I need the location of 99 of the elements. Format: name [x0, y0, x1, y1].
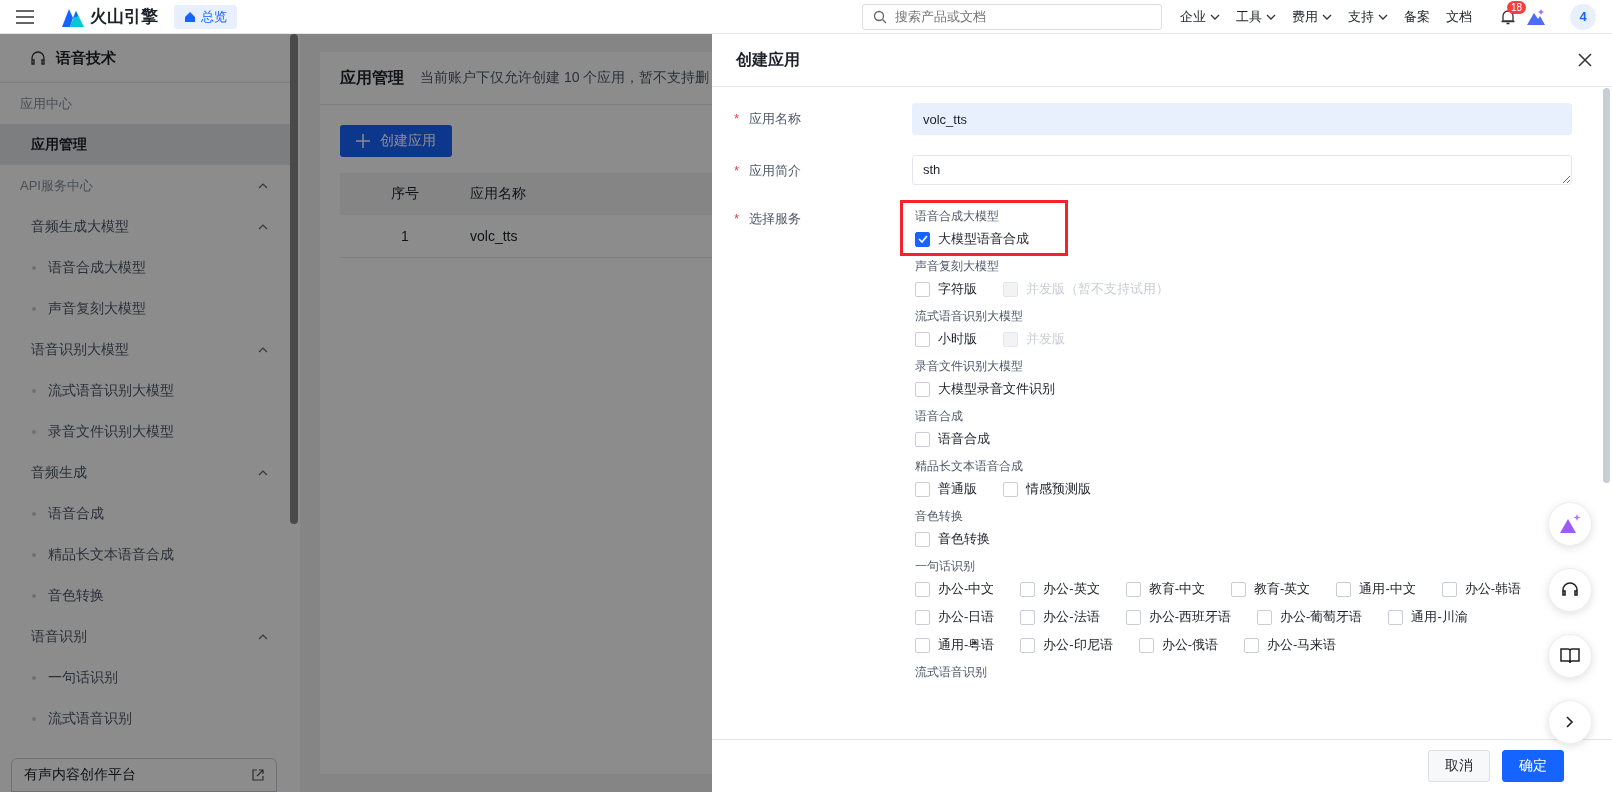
service-checkbox[interactable]: 情感预测版: [1003, 477, 1091, 501]
external-link-icon: [252, 769, 264, 781]
user-avatar[interactable]: 4: [1570, 3, 1596, 30]
nav-menu-item[interactable]: 工具: [1236, 7, 1276, 26]
page-title: 应用管理: [340, 67, 404, 88]
notice-text: 当前账户下仅允许创建 10 个应用，暂不支持删: [420, 69, 710, 87]
chevron-icon[interactable]: [258, 223, 268, 230]
sidebar-item[interactable]: 声音复刻大模型: [0, 288, 290, 329]
caret-icon: [1210, 13, 1220, 20]
check-icon: [917, 235, 928, 243]
group-title: 语音合成大模型: [915, 208, 1000, 225]
group-title: 一句话识别: [915, 558, 976, 575]
nav-menu-item[interactable]: 费用: [1292, 7, 1332, 26]
service-checkbox[interactable]: 教育-英文: [1231, 577, 1311, 601]
sidebar-group-title[interactable]: 语音识别: [31, 627, 87, 646]
sidebar-item[interactable]: 录音文件识别大模型: [0, 411, 290, 452]
scrollbar-thumb[interactable]: [290, 34, 298, 524]
nav-menu-item[interactable]: 企业: [1180, 7, 1220, 26]
group-title: 流式语音识别大模型: [915, 308, 1024, 325]
group-title: 录音文件识别大模型: [915, 358, 1024, 375]
service-checkbox[interactable]: 教育-中文: [1125, 577, 1206, 601]
service-checkbox[interactable]: 通用-川渝: [1388, 605, 1468, 629]
service-checkbox[interactable]: 大模型录音文件识别: [915, 377, 1055, 401]
field-label: 选择服务: [749, 210, 802, 228]
notification-badge: 18: [1507, 0, 1527, 14]
service-checkbox[interactable]: 办公-法语: [1020, 605, 1100, 629]
service-checkbox[interactable]: 通用-粤语: [915, 633, 995, 657]
column-header: 应用名称: [470, 185, 526, 203]
group-title: 精品长文本语音合成: [915, 458, 1024, 475]
service-checkbox[interactable]: 普通版: [915, 477, 977, 501]
sidebar-item[interactable]: 精品长文本语音合成: [0, 534, 290, 575]
table-cell-text: 1: [400, 228, 410, 244]
sidebar-item[interactable]: 应用管理: [0, 124, 290, 165]
plus-icon: [356, 134, 370, 148]
close-icon[interactable]: [1578, 53, 1592, 67]
chevron-right-icon: [1566, 716, 1574, 728]
headset-icon: [30, 50, 46, 66]
service-checkbox[interactable]: 办公-印尼语: [1020, 633, 1113, 657]
required-marker: *: [734, 210, 740, 228]
service-checkbox[interactable]: 办公-英文: [1020, 577, 1100, 601]
platform-link[interactable]: 有声内容创作平台: [11, 758, 277, 792]
service-checkbox[interactable]: 办公-中文: [915, 577, 995, 601]
service-checkbox[interactable]: 办公-韩语: [1441, 577, 1522, 601]
chevron-icon[interactable]: [258, 182, 268, 189]
column-header: 序号: [390, 185, 420, 203]
table-cell: volc_tts: [470, 228, 518, 244]
sidebar-item[interactable]: 流式语音识别大模型: [0, 370, 290, 411]
service-checkbox[interactable]: 语音合成: [915, 427, 990, 451]
nav-menu-item[interactable]: 文档: [1446, 7, 1472, 26]
service-checkbox[interactable]: 字符版: [915, 277, 977, 301]
chevron-icon[interactable]: [258, 633, 268, 640]
group-title: 流式语音识别: [915, 664, 987, 681]
chevron-icon[interactable]: [258, 346, 268, 353]
service-checkbox[interactable]: 办公-西班牙语: [1125, 605, 1232, 629]
service-checkbox[interactable]: 办公-马来语: [1244, 633, 1337, 657]
service-checkbox[interactable]: 办公-日语: [915, 605, 995, 629]
caret-icon: [1266, 13, 1276, 20]
overview-tab[interactable]: 总览: [174, 4, 237, 29]
service-checkbox[interactable]: 办公-俄语: [1138, 633, 1219, 657]
sidebar-group-title[interactable]: 音频生成: [31, 463, 87, 482]
nav-menu-item[interactable]: 备案: [1404, 7, 1430, 26]
service-checkbox[interactable]: 大模型语音合成: [915, 227, 1029, 251]
sidebar-item[interactable]: 语音合成大模型: [0, 247, 290, 288]
required-marker: *: [734, 110, 740, 128]
group-title: 声音复刻大模型: [915, 258, 1000, 275]
service-checkbox[interactable]: 音色转换: [915, 527, 990, 551]
menu-icon[interactable]: [16, 9, 34, 24]
caret-icon: [1378, 13, 1388, 20]
search-field[interactable]: 搜索产品或文档: [862, 3, 1162, 30]
service-checkbox[interactable]: 通用-中文: [1336, 577, 1416, 601]
group-title: 语音合成: [915, 408, 964, 425]
app-description-field[interactable]: sth: [912, 155, 1572, 185]
home-icon: [184, 10, 196, 23]
sidebar-item[interactable]: 音色转换: [0, 575, 290, 616]
book-icon: [1560, 647, 1580, 665]
sidebar-item[interactable]: 一句话识别: [0, 657, 290, 698]
brand-name[interactable]: 火山引擎: [90, 5, 158, 28]
sidebar-item[interactable]: 语音合成: [0, 493, 290, 534]
sidebar-item[interactable]: 流式语音识别: [0, 698, 290, 739]
nav-menu-item[interactable]: 支持: [1348, 7, 1388, 26]
scrollbar-thumb[interactable]: [1603, 88, 1610, 483]
mountain-icon: [1558, 513, 1582, 535]
sidebar-group-title[interactable]: 音频生成大模型: [31, 217, 129, 236]
sidebar-section-title: 应用中心: [20, 94, 72, 113]
chevron-icon[interactable]: [258, 469, 268, 476]
caret-icon: [1322, 13, 1332, 20]
mountain-icon[interactable]: [1526, 7, 1546, 26]
sidebar-group-title[interactable]: 语音识别大模型: [31, 340, 129, 359]
field-label: 应用简介: [749, 162, 802, 180]
service-checkbox[interactable]: 办公-葡萄牙语: [1257, 605, 1363, 629]
drawer-title: 创建应用: [736, 49, 800, 70]
app-name-field[interactable]: volc_tts: [912, 103, 1572, 135]
group-title: 音色转换: [915, 508, 964, 525]
required-marker: *: [734, 162, 740, 180]
cancel-button[interactable]: 取消: [1428, 750, 1490, 782]
field-label: 应用名称: [749, 110, 802, 128]
service-checkbox[interactable]: 小时版: [915, 327, 977, 351]
sidebar-title: 语音技术: [56, 48, 116, 68]
confirm-button[interactable]: 确定: [1502, 750, 1564, 782]
